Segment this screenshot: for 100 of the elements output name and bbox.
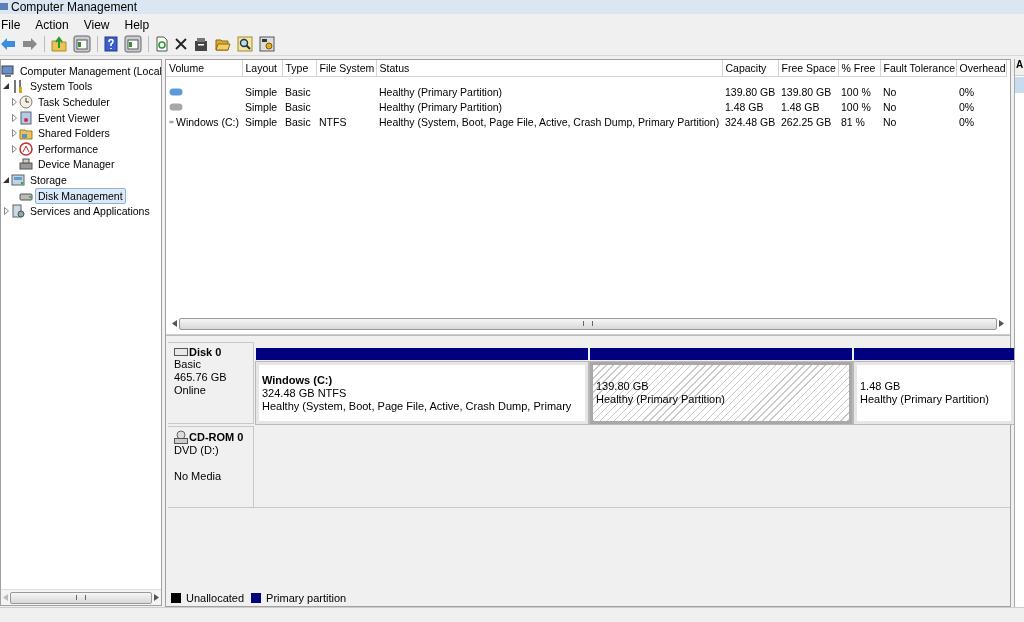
table-cell: No — [883, 86, 897, 98]
table-cell: Simple — [245, 116, 278, 128]
collapsed-arrow-icon[interactable] — [11, 113, 17, 122]
table-cell: 1.48 GB — [781, 101, 820, 113]
computer-icon — [1, 63, 15, 78]
tree-item[interactable]: Performance — [35, 140, 102, 157]
table-cell: 1.48 GB — [725, 101, 764, 113]
table-cell: 139.80 GB — [781, 86, 832, 98]
partition-box[interactable]: 1.48 GB Healthy (Primary Partition) — [854, 362, 1014, 424]
table-cell: Basic — [285, 86, 311, 98]
help-icon[interactable] — [104, 36, 118, 52]
disk-capacity: 465.76 GB — [174, 371, 228, 384]
window-title: Computer Management — [11, 0, 138, 14]
menu-item[interactable]: View — [82, 16, 118, 33]
storage-icon — [11, 172, 25, 187]
column-header[interactable]: Overhead — [956, 60, 1006, 77]
event-log-icon — [19, 110, 33, 125]
tree-item[interactable]: Event Viewer — [35, 109, 103, 126]
back-arrow-icon[interactable] — [0, 37, 16, 51]
partition-box[interactable]: Windows (C:) 324.48 GB NTFS Healthy (System, Boot, Page File, Active, Crash Dump, Primary — [256, 362, 588, 424]
partition-size: 139.80 GB — [596, 380, 650, 393]
collapsed-arrow-icon[interactable] — [11, 98, 17, 106]
menu-item[interactable]: Action — [34, 16, 77, 33]
table-cell: Windows (C:) — [176, 116, 239, 128]
column-header[interactable]: Free Space — [778, 60, 838, 77]
disk-type: DVD (D:) — [174, 444, 220, 457]
delete-icon[interactable] — [175, 38, 187, 50]
table-cell: 0% — [959, 116, 975, 128]
expanded-arrow-icon[interactable] — [3, 83, 9, 90]
column-header[interactable]: Type — [282, 60, 316, 77]
table-cell: No — [883, 101, 897, 113]
tree-item[interactable]: Services and Applications — [27, 203, 153, 220]
tree-item[interactable]: Task Scheduler — [35, 94, 113, 110]
tree-item[interactable]: Storage — [27, 171, 70, 188]
services-icon — [11, 204, 25, 219]
tree-item[interactable]: System Tools — [27, 78, 96, 95]
scroll-right-arrow-icon[interactable] — [999, 320, 1004, 327]
column-header[interactable]: File System — [316, 60, 376, 77]
menu-item[interactable]: File — [0, 16, 29, 33]
cd-drive-icon — [174, 430, 188, 444]
menu-item[interactable]: Help — [123, 16, 158, 33]
partition-size: 1.48 GB — [860, 380, 902, 393]
table-cell: No — [883, 116, 897, 128]
table-cell: 100 % — [841, 86, 871, 98]
clock-icon — [19, 95, 33, 109]
partition-status: Healthy (System, Boot, Page File, Active, Crash Dump, Primary — [262, 399, 573, 413]
tree-item[interactable]: Device Manager — [35, 156, 118, 173]
partition-status: Healthy (Primary Partition) — [596, 393, 726, 406]
window-icon — [0, 2, 8, 12]
horizontal-scrollbar[interactable] — [1, 589, 161, 605]
tools-icon — [11, 79, 25, 94]
collapsed-arrow-icon[interactable] — [3, 207, 9, 216]
partition-title: Windows (C:) — [262, 373, 334, 387]
collapsed-arrow-icon[interactable] — [11, 129, 17, 138]
open-folder-icon[interactable] — [215, 36, 231, 52]
table-cell: Basic — [285, 101, 311, 113]
table-cell: Simple — [245, 86, 278, 98]
table-cell: NTFS — [319, 116, 347, 128]
table-cell: 0% — [959, 101, 975, 113]
expanded-arrow-icon[interactable] — [3, 176, 9, 183]
partition-box[interactable]: 139.80 GB Healthy (Primary Partition) — [590, 362, 852, 424]
legend-label: Unallocated — [186, 592, 245, 604]
partition-status: Healthy (Primary Partition) — [860, 393, 990, 406]
disk-status: No Media — [174, 470, 223, 483]
collapsed-arrow-icon[interactable] — [11, 144, 17, 153]
table-cell: Basic — [285, 116, 311, 128]
table-cell: 81 % — [841, 116, 865, 128]
table-cell: 139.80 GB — [725, 86, 776, 98]
partition-size: 324.48 GB NTFS — [262, 386, 348, 400]
search-icon[interactable] — [237, 36, 253, 52]
tree-item[interactable]: Computer Management (Local — [17, 62, 161, 79]
refresh-icon[interactable] — [155, 36, 169, 52]
scroll-right-arrow-icon[interactable] — [154, 594, 159, 601]
tree-item[interactable]: Shared Folders — [35, 125, 113, 142]
disk-name: Disk 0 — [189, 346, 222, 358]
table-cell: 100 % — [841, 101, 871, 113]
shared-folder-icon — [19, 126, 33, 141]
performance-icon — [19, 141, 33, 156]
disk-status: Online — [174, 384, 207, 397]
table-cell: Healthy (System, Boot, Page File, Active, Crash Dump, Primary Partition) — [379, 116, 720, 128]
tree-item[interactable]: Disk Management — [35, 187, 126, 204]
table-cell: Simple — [245, 101, 278, 113]
table-cell: Healthy (Primary Partition) — [379, 86, 503, 98]
settings-icon[interactable] — [259, 36, 275, 52]
pane-toggle-icon[interactable] — [73, 35, 91, 53]
column-header[interactable]: Layout — [242, 60, 282, 77]
up-folder-icon[interactable] — [51, 36, 67, 52]
table-cell: 262.25 GB — [781, 116, 832, 128]
horizontal-scrollbar[interactable] — [172, 317, 1004, 330]
pane-toggle-icon[interactable] — [124, 35, 142, 53]
column-header[interactable]: % Free — [838, 60, 880, 77]
column-header[interactable]: Status — [376, 60, 722, 77]
scroll-left-arrow-icon[interactable] — [172, 320, 177, 327]
actions-header: A — [1015, 59, 1024, 76]
column-header[interactable]: Fault Tolerance — [880, 60, 956, 77]
forward-arrow-icon[interactable] — [22, 37, 38, 51]
table-cell: 324.48 GB — [725, 116, 776, 128]
column-header[interactable]: Capacity — [722, 60, 778, 77]
table-cell: 0% — [959, 86, 975, 98]
column-header[interactable]: Volume — [166, 60, 242, 77]
